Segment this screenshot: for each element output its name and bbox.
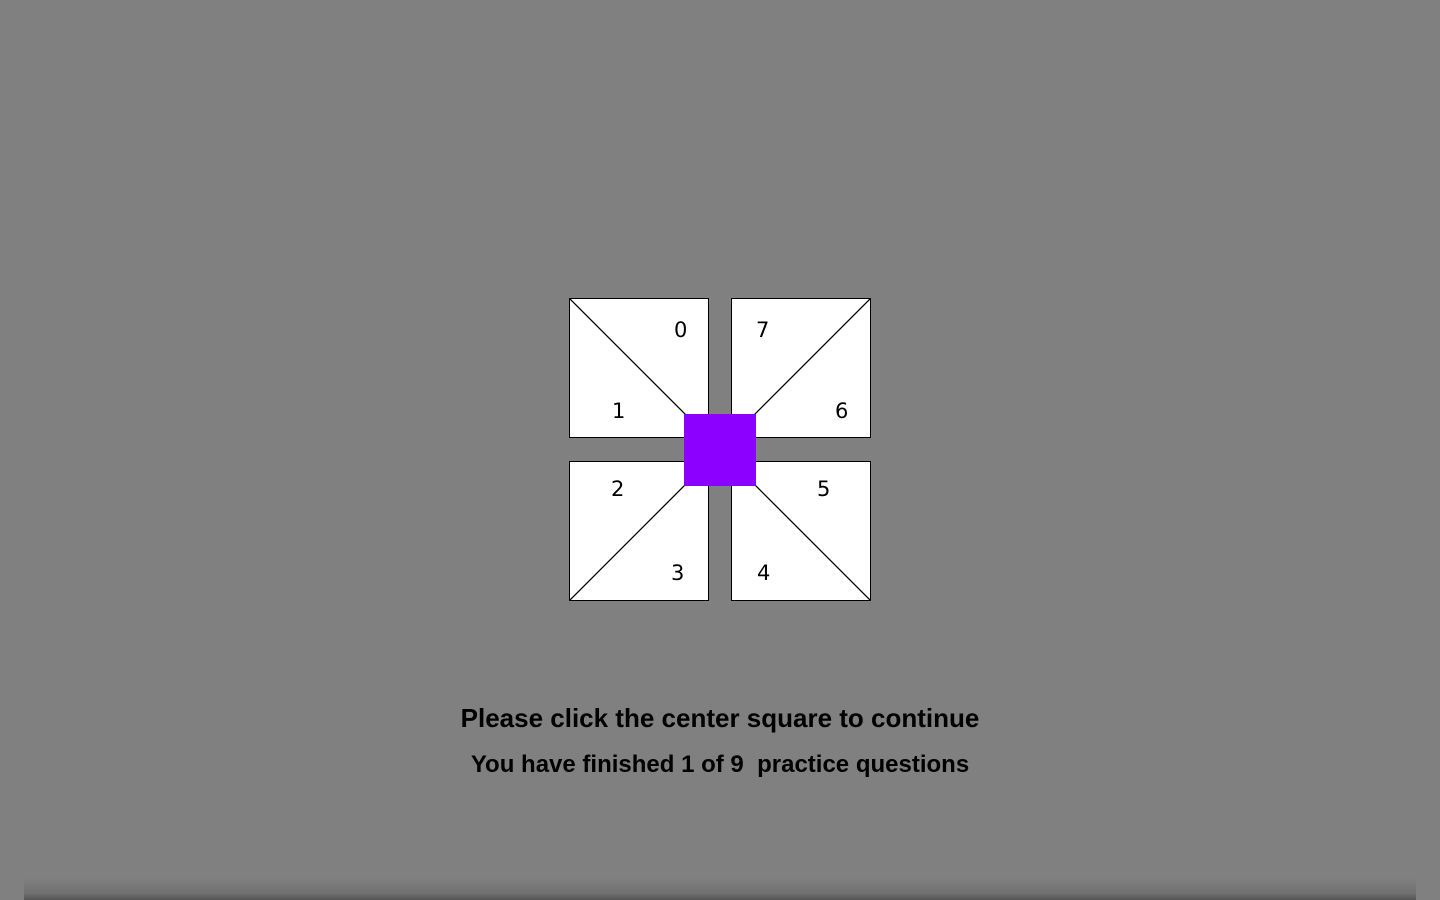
option-label-6[interactable]: 6 xyxy=(835,401,848,422)
option-label-1[interactable]: 1 xyxy=(612,401,625,422)
task-stage: 0 1 7 6 2 3 5 4 Please click the center … xyxy=(0,0,1440,900)
option-label-2[interactable]: 2 xyxy=(611,479,624,500)
progress-text: You have finished 1 of 9 practice questi… xyxy=(470,751,970,778)
bottom-edge-shadow xyxy=(24,878,1416,900)
option-label-4[interactable]: 4 xyxy=(757,563,770,584)
option-label-5[interactable]: 5 xyxy=(817,479,830,500)
option-label-3[interactable]: 3 xyxy=(671,563,684,584)
option-label-7[interactable]: 7 xyxy=(756,320,769,341)
center-square-button[interactable] xyxy=(684,414,756,486)
instruction-text: Please click the center square to contin… xyxy=(460,703,980,733)
option-label-0[interactable]: 0 xyxy=(674,320,687,341)
